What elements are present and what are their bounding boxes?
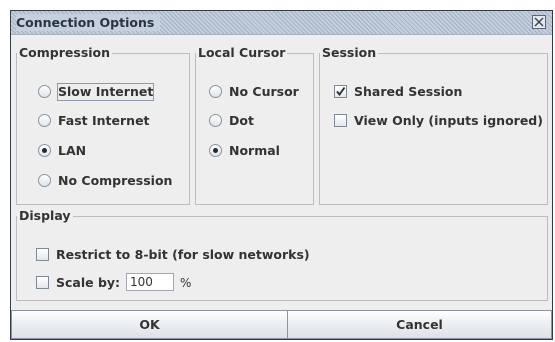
radio-label: Normal [229,143,280,158]
radio-label: Slow Internet [56,83,155,101]
checkbox-label: Scale by: [56,275,121,290]
connection-options-dialog: Connection Options Compression Slow Inte… [10,10,553,340]
local-cursor-legend: Local Cursor [198,45,286,60]
scale-unit-label: % [180,276,192,290]
radio-label: LAN [58,143,87,158]
radio-button[interactable] [209,114,222,127]
radio-button[interactable] [209,85,222,98]
radio-button[interactable] [38,144,51,157]
title-bar[interactable]: Connection Options [11,11,552,35]
close-icon [534,17,544,27]
cancel-button[interactable]: Cancel [287,310,552,339]
checkbox[interactable] [36,248,49,261]
radio-button[interactable] [38,174,51,187]
radio-button[interactable] [38,114,51,127]
ok-button[interactable]: OK [11,310,288,339]
radio-button[interactable] [209,144,222,157]
checkbox-label: Restrict to 8-bit (for slow networks) [56,247,310,262]
checkbox-label: View Only (inputs ignored) [354,113,543,128]
dialog-title: Connection Options [16,14,161,31]
radio-label: No Compression [58,173,173,188]
scale-input[interactable] [126,273,174,291]
checkbox[interactable] [334,114,347,127]
session-legend: Session [322,45,377,60]
display-legend: Display [19,208,71,223]
radio-label: Dot [229,113,254,128]
close-button[interactable] [532,15,546,29]
radio-button[interactable] [38,85,51,98]
checkmark-icon [336,86,346,96]
checkbox-label: Shared Session [354,84,463,99]
compression-legend: Compression [19,45,111,60]
checkbox[interactable] [334,85,347,98]
checkbox[interactable] [36,276,49,289]
radio-label: Fast Internet [58,113,150,128]
radio-label: No Cursor [229,84,299,99]
